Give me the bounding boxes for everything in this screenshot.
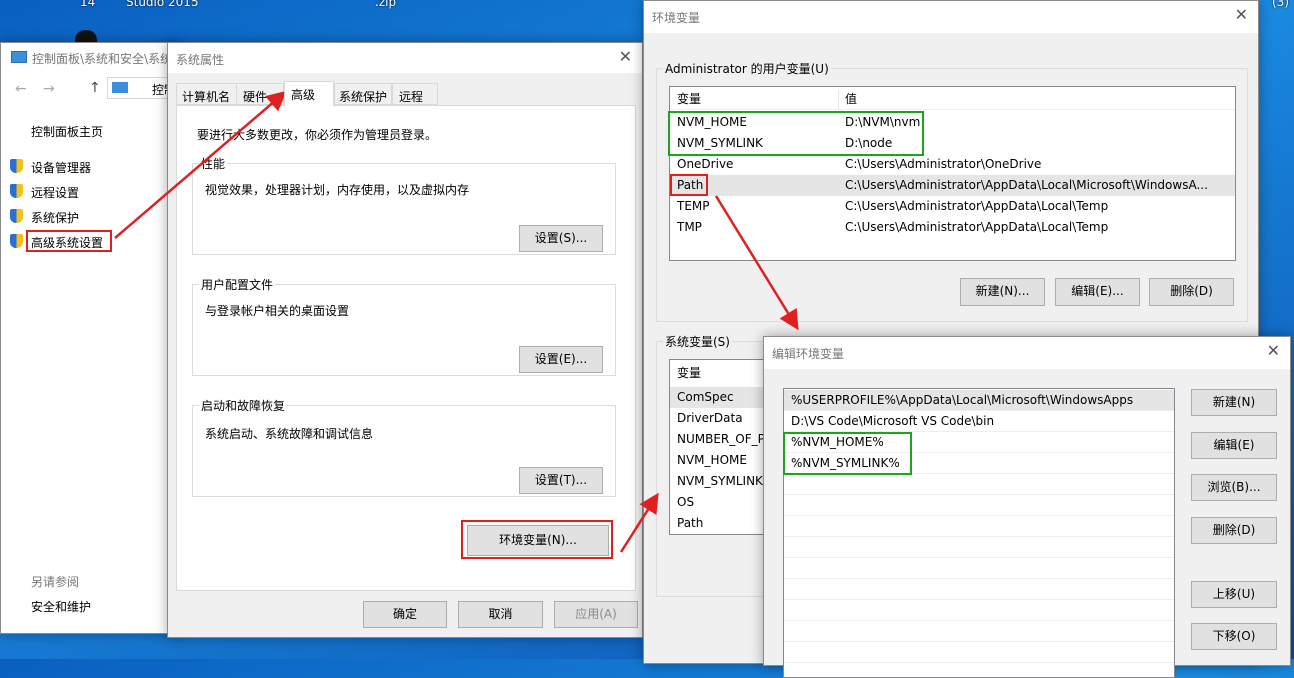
arrow-to-edit-dialog (714, 195, 799, 331)
tab-advanced[interactable]: 高级 (284, 81, 334, 106)
arrow-to-env-dialog (619, 492, 659, 553)
annotation-arrows (114, 90, 799, 553)
arrow-to-advanced-tab (114, 90, 287, 239)
